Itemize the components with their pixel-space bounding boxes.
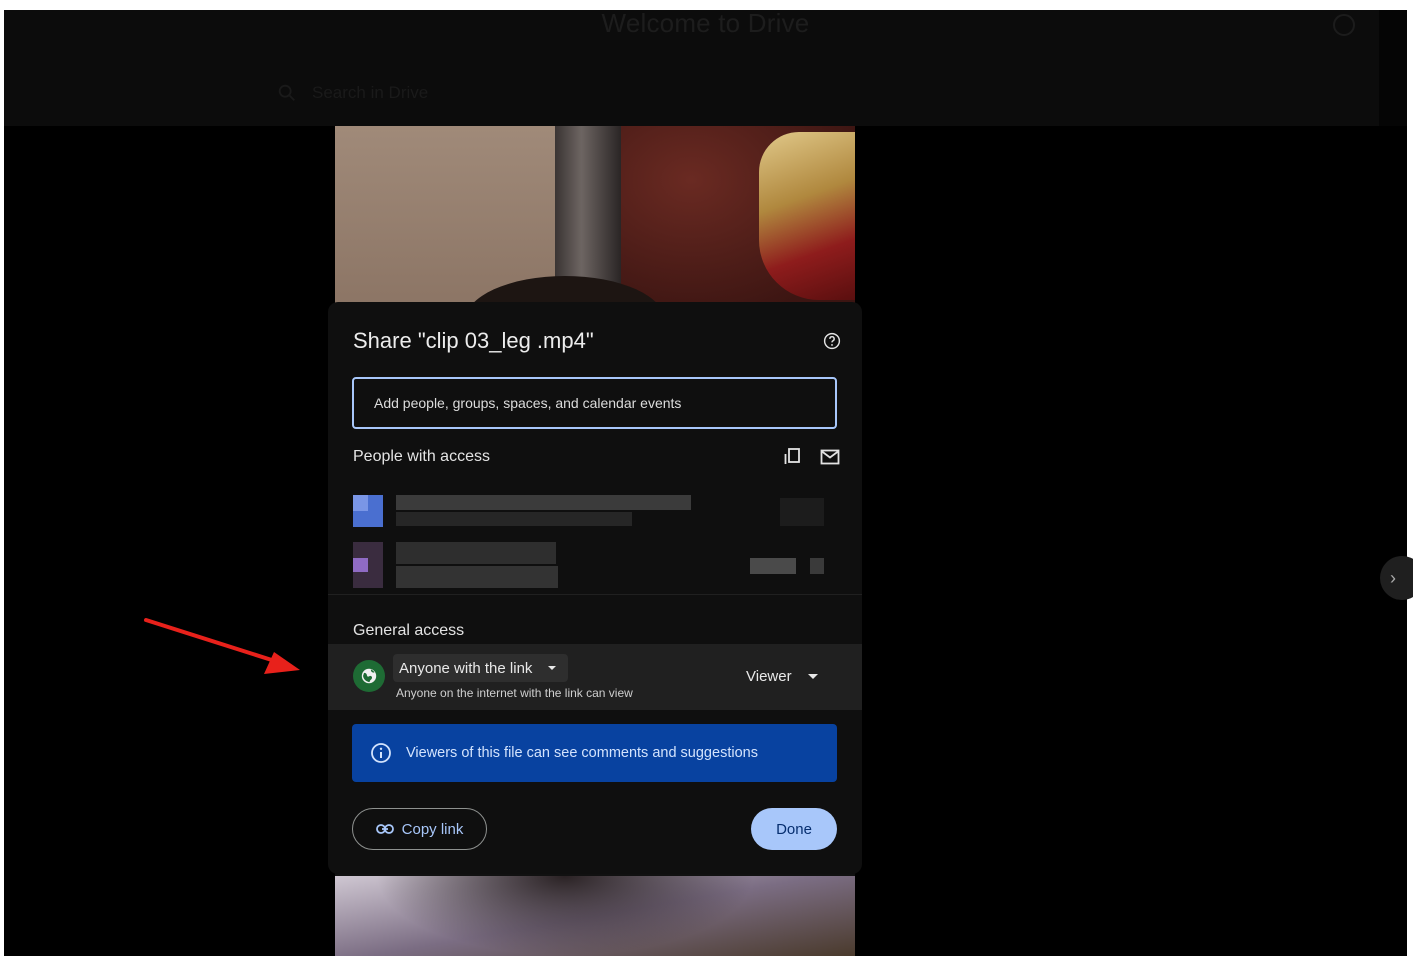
copy-link-button[interactable]: Copy link	[352, 808, 487, 850]
annotation-arrow	[144, 618, 300, 674]
avatar-pixel	[353, 495, 368, 511]
redacted-role	[780, 498, 824, 526]
add-people-placeholder: Add people, groups, spaces, and calendar…	[374, 395, 682, 411]
search-icon	[278, 84, 295, 101]
help-icon[interactable]	[823, 332, 841, 350]
redacted-name	[396, 495, 691, 510]
avatar-pixel	[353, 558, 368, 572]
redacted-email	[396, 512, 632, 526]
info-banner: Viewers of this file can see comments an…	[352, 724, 837, 782]
info-text: Viewers of this file can see comments an…	[406, 745, 758, 761]
person-row[interactable]	[328, 492, 862, 538]
section-divider	[328, 594, 862, 595]
email-icon[interactable]	[820, 448, 840, 466]
globe-icon	[361, 668, 377, 684]
dialog-title: Share "clip 03_leg .mp4"	[353, 328, 594, 353]
redacted-role-caret	[810, 558, 824, 574]
chevron-down-icon	[548, 666, 557, 670]
link-icon	[375, 824, 394, 834]
redacted-email	[396, 566, 558, 588]
access-level-dropdown[interactable]: Anyone with the link	[393, 654, 569, 682]
done-label: Done	[776, 820, 812, 838]
header-edge	[1379, 10, 1407, 126]
copy-emails-icon[interactable]	[783, 447, 803, 467]
copy-link-label: Copy link	[401, 820, 464, 838]
chevron-down-icon	[807, 674, 818, 679]
search-placeholder: Search in Drive	[312, 83, 429, 102]
redacted-role	[750, 558, 796, 574]
add-people-input[interactable]: Add people, groups, spaces, and calendar…	[352, 377, 837, 429]
done-button[interactable]: Done	[751, 808, 837, 850]
general-access-row: Anyone with the link Anyone on the inter…	[328, 644, 862, 710]
video-helmet	[759, 132, 855, 300]
access-level-label: Anyone with the link	[399, 659, 533, 677]
search-bar[interactable]: Search in Drive	[276, 82, 428, 104]
video-wall	[335, 126, 555, 306]
drive-header: Welcome to Drive Search in Drive	[4, 10, 1407, 126]
info-icon	[371, 743, 391, 763]
role-dropdown[interactable]: Viewer	[746, 668, 818, 685]
globe-badge	[353, 660, 385, 692]
access-description: Anyone on the internet with the link can…	[396, 686, 633, 700]
video-bottom-shadow	[375, 876, 755, 956]
page-title: Welcome to Drive	[601, 10, 810, 38]
redacted-name	[396, 542, 556, 564]
settings-icon[interactable]	[1333, 14, 1355, 36]
general-access-title: General access	[353, 622, 465, 639]
chevron-right-icon: ›	[1390, 567, 1396, 588]
people-with-access-title: People with access	[353, 448, 490, 465]
share-dialog: Share "clip 03_leg .mp4" Add people, gro…	[328, 302, 862, 874]
role-label: Viewer	[746, 668, 792, 685]
person-row[interactable]	[328, 540, 862, 588]
